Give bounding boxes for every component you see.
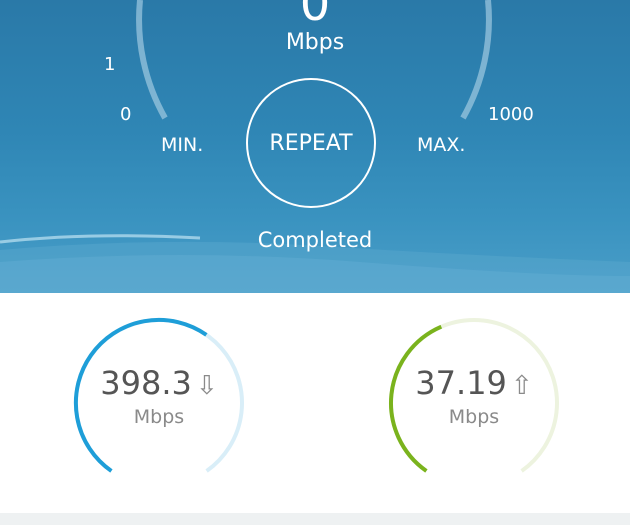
current-speed-unit: Mbps: [285, 30, 345, 55]
upload-gauge: 37.19 ⇧ Mbps: [384, 313, 564, 493]
dial-tick-label: 1000: [488, 104, 534, 125]
dial-tick-label: 0: [120, 104, 132, 125]
dial-tick-label: 1: [104, 54, 116, 75]
min-label: MIN.: [161, 134, 204, 156]
upload-speed-value: 37.19: [415, 364, 507, 402]
test-status: Completed: [257, 228, 373, 252]
max-label: MAX.: [417, 134, 466, 156]
download-speed: 398.3 ⇩: [69, 363, 249, 406]
speed-dial-right-arc: [460, 0, 492, 120]
speed-test-panel: 0 Mbps 1 0 1000 MIN. MAX. REPEAT Complet…: [0, 0, 630, 293]
download-arrow-icon: ⇩: [195, 371, 218, 401]
download-gauge: 398.3 ⇩ Mbps: [69, 313, 249, 493]
upload-speed-unit: Mbps: [448, 406, 500, 428]
download-speed-unit: Mbps: [133, 406, 185, 428]
speed-dial-left-arc: [136, 0, 168, 120]
repeat-button[interactable]: REPEAT: [246, 78, 376, 208]
upload-speed: 37.19 ⇧: [384, 363, 564, 406]
results-panel: 398.3 ⇩ Mbps 37.19 ⇧ Mbps: [0, 293, 630, 513]
repeat-button-label: REPEAT: [269, 130, 353, 156]
upload-arrow-icon: ⇧: [510, 371, 533, 401]
bottom-bar: [0, 513, 630, 525]
current-speed-value: 0: [299, 0, 331, 32]
download-speed-value: 398.3: [100, 364, 192, 402]
